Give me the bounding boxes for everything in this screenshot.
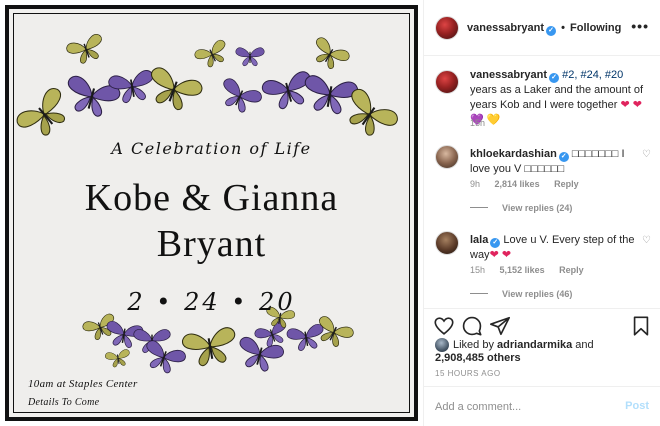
verified-badge-icon: ✓ (549, 73, 560, 83)
comment-likes[interactable]: 5,152 likes (500, 265, 545, 275)
red-heart-icon: ❤ (632, 99, 642, 111)
avatar[interactable] (435, 145, 459, 169)
event-details: Details To Come (28, 397, 100, 408)
liked-by-text: Liked by adriandarmika and (453, 338, 594, 352)
separator-dot: • (561, 22, 565, 34)
following-button[interactable]: Following (570, 22, 621, 34)
comment-username[interactable]: lala (470, 234, 488, 246)
comment-meta: 9h 2,814 likes Reply (470, 179, 591, 189)
heart-icon[interactable] (433, 315, 455, 337)
butterfly-olive (64, 32, 109, 68)
celebration-heading: A Celebration of Life (111, 139, 312, 158)
butterfly-purple (259, 69, 317, 114)
butterfly-purple (139, 338, 188, 378)
caption-hashtags[interactable]: #2, #24, #20 (562, 69, 623, 81)
avatar[interactable] (435, 70, 459, 94)
reply-button[interactable]: Reply (559, 265, 584, 275)
comment-like-heart-icon[interactable]: ♡ (642, 149, 651, 160)
comment-text: lala ✓ Love u V. Every step of the way❤ ❤ (470, 233, 635, 263)
view-replies-button[interactable]: View replies (46) (470, 289, 572, 299)
yellow-heart-icon: 💛 (486, 114, 501, 126)
comment-meta: 15h 5,152 likes Reply (470, 265, 596, 275)
liked-by-suffix: and (572, 339, 594, 351)
comment-username[interactable]: khloekardashian (470, 148, 557, 160)
likes-count: 2,908,485 others (435, 351, 521, 365)
post-image[interactable]: A Celebration of Life Kobe & Gianna Brya… (0, 0, 423, 426)
red-heart-icon: ❤ (620, 99, 630, 111)
liked-by-prefix: Liked by (453, 339, 498, 351)
butterfly-purple (233, 334, 286, 376)
caption-text: vanessabryant ✓ #2, #24, #20 years as a L… (470, 68, 650, 128)
view-replies-button[interactable]: View replies (24) (470, 203, 572, 213)
butterfly-olive (104, 348, 132, 369)
comment-icon[interactable] (461, 315, 483, 337)
avatar[interactable] (435, 231, 459, 255)
replies-divider (470, 293, 488, 294)
memorial-date: 2 • 24 • 20 (127, 288, 296, 316)
butterfly-purple (235, 47, 265, 67)
more-options-icon[interactable]: ••• (631, 18, 649, 34)
verified-badge-icon: ✓ (490, 238, 501, 248)
verified-badge-icon: ✓ (558, 152, 569, 162)
butterfly-olive (141, 64, 206, 117)
butterfly-olive (307, 35, 352, 75)
names-line-1: Kobe & Gianna (84, 177, 339, 219)
comment-time[interactable]: 15h (470, 265, 485, 275)
avatar (435, 338, 449, 352)
header-username[interactable]: vanessabryant (467, 22, 544, 34)
butterfly-olive (180, 325, 241, 370)
butterfly-purple (214, 76, 265, 119)
view-replies-label: View replies (46) (502, 289, 573, 299)
post-side-panel: vanessabryant ✓ • Following ••• vanessabr… (423, 0, 660, 426)
memorial-card-inner: A Celebration of Life Kobe & Gianna Brya… (13, 13, 410, 413)
comment-likes[interactable]: 2,814 likes (495, 179, 540, 189)
others-count[interactable]: 2,908,485 others (435, 352, 521, 364)
post-timestamp[interactable]: 15 HOURS AGO (435, 369, 501, 378)
avatar[interactable] (435, 16, 459, 40)
comment-like-heart-icon[interactable]: ♡ (642, 235, 651, 246)
butterfly-olive (14, 84, 77, 146)
comment-input[interactable] (435, 398, 605, 416)
event-location: 10am at Staples Center (28, 378, 138, 390)
verified-badge-icon: ✓ (546, 26, 557, 36)
liked-by-username[interactable]: adriandarmika (497, 339, 572, 351)
header-username-group: vanessabryant ✓ • Following (467, 22, 621, 36)
reply-button[interactable]: Reply (554, 179, 579, 189)
replies-divider (470, 207, 488, 208)
post-comment-button[interactable]: Post (625, 400, 649, 412)
memorial-card: A Celebration of Life Kobe & Gianna Brya… (5, 5, 418, 421)
caption-body: years as a Laker and the amount of years… (470, 84, 644, 111)
red-heart-icon: ❤ ❤ (489, 249, 512, 261)
post-actions (424, 308, 660, 340)
names-line-2: Bryant (156, 223, 267, 265)
post-header: vanessabryant ✓ • Following ••• (424, 0, 660, 56)
butterfly-purple (285, 322, 327, 354)
add-comment-bar: Post (424, 386, 660, 426)
bookmark-icon[interactable] (630, 315, 652, 337)
butterfly-purple (299, 73, 360, 118)
caption-username[interactable]: vanessabryant (470, 69, 547, 81)
butterfly-olive (192, 38, 233, 72)
view-replies-label: View replies (24) (502, 203, 573, 213)
caption-timestamp[interactable]: 15h (470, 118, 485, 128)
comment-text: khloekardashian ✓ □□□□□□□ I love you V □□… (470, 147, 635, 177)
comment-time[interactable]: 9h (470, 179, 480, 189)
share-icon[interactable] (489, 315, 511, 337)
